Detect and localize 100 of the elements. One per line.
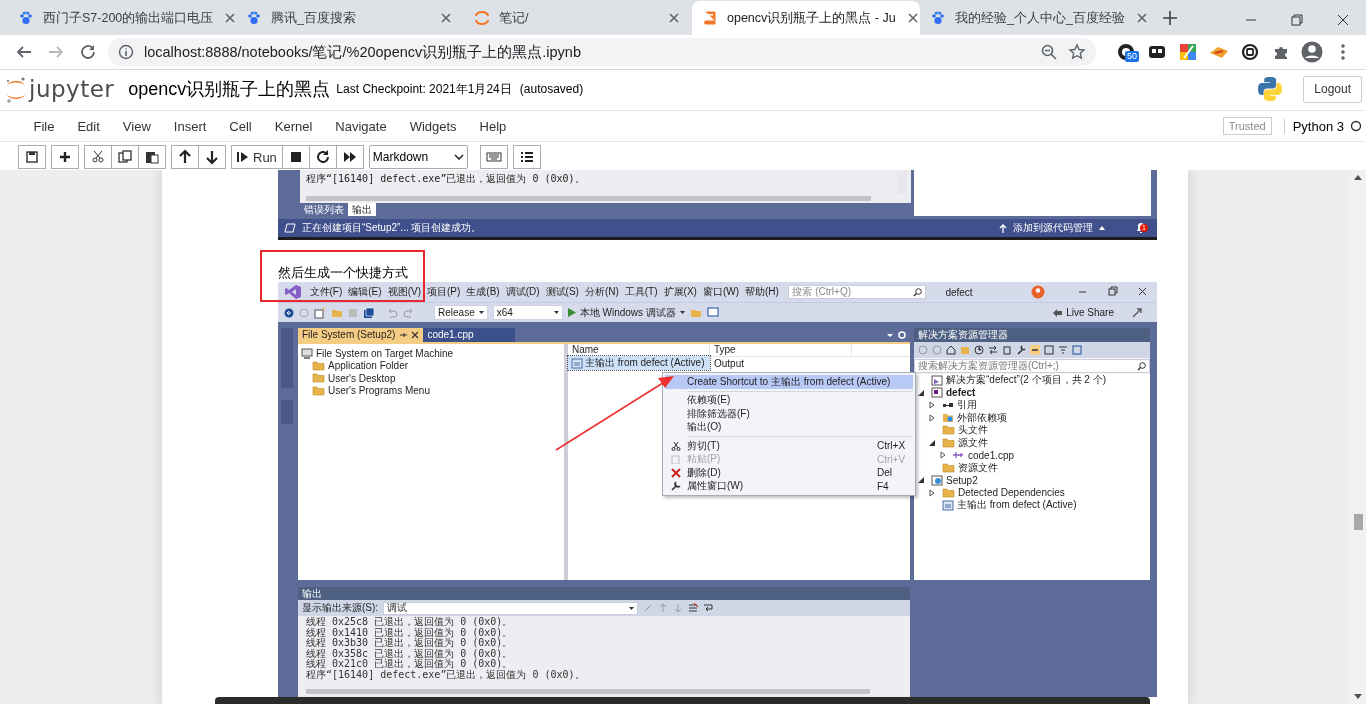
word-wrap-icon[interactable] — [703, 603, 714, 613]
document-tab[interactable]: code1.cpp — [423, 328, 516, 342]
expanded-arrow-icon[interactable] — [917, 388, 925, 397]
search-field[interactable]: 搜索 (Ctrl+Q) — [788, 285, 927, 299]
menu-item[interactable]: Edit — [65, 118, 112, 134]
notebook-title[interactable]: opencv识别瓶子上的黑点 — [128, 77, 331, 101]
scrollbar[interactable] — [306, 689, 870, 694]
tree-item[interactable]: code1.cpp — [968, 449, 1015, 461]
save-all-icon[interactable] — [363, 306, 375, 319]
wrench-icon[interactable] — [1016, 345, 1026, 355]
collapsed-arrow-icon[interactable] — [928, 413, 936, 422]
tree-item[interactable]: 源文件 — [958, 435, 988, 450]
tree-item[interactable]: Setup2 — [946, 474, 978, 486]
menu-item[interactable]: 项目(P) — [424, 285, 463, 299]
menu-item[interactable]: 排除筛选器(F) — [665, 407, 913, 421]
sync-icon[interactable] — [988, 345, 998, 355]
menu-item[interactable]: 输出(O) — [665, 420, 913, 434]
paste-button[interactable] — [139, 145, 166, 169]
properties-icon[interactable] — [1044, 345, 1054, 355]
restart-button[interactable] — [309, 145, 337, 169]
configuration-dropdown[interactable]: Release — [434, 305, 488, 320]
menu-item[interactable]: Kernel — [263, 118, 324, 134]
tree-item[interactable]: Application Folder — [328, 360, 409, 372]
clear-all-icon[interactable] — [688, 603, 699, 613]
menu-item[interactable]: File — [22, 118, 66, 134]
tree-item[interactable]: User's Desktop — [328, 372, 396, 384]
tree-item[interactable]: defect — [946, 387, 976, 399]
collapsed-arrow-icon[interactable] — [928, 488, 936, 497]
menu-item[interactable]: 分析(N) — [582, 285, 622, 299]
start-debugging-button[interactable]: 本地 Windows 调试器 — [567, 305, 685, 320]
copy-button[interactable] — [112, 145, 139, 169]
feedback-icon[interactable] — [1131, 306, 1143, 319]
close-icon[interactable] — [411, 331, 420, 339]
interrupt-button[interactable] — [282, 145, 310, 169]
trusted-indicator[interactable]: Trusted — [1222, 117, 1272, 135]
move-up-button[interactable] — [171, 145, 199, 169]
list-item[interactable]: 主输出 from defect (Active) — [568, 356, 710, 370]
tree-item[interactable]: 解决方案“defect”(2 个项目，共 2 个) — [946, 373, 1107, 388]
menu-item[interactable]: 调试(D) — [503, 285, 543, 299]
menu-item[interactable]: 属性窗口(W) F4 — [665, 479, 913, 493]
extension-icon[interactable] — [1147, 43, 1166, 61]
pin-icon[interactable] — [1030, 345, 1040, 355]
address-bar[interactable]: localhost:8888/notebooks/笔记/%20opencv识别瓶子上的黑点.ipynb — [108, 38, 1096, 66]
menu-item[interactable]: Widgets — [398, 118, 469, 134]
menu-item[interactable]: 视图(V) — [385, 285, 424, 299]
menu-item[interactable]: 文件(F) — [307, 285, 345, 299]
platform-dropdown[interactable]: x64 — [492, 305, 563, 320]
avatar-icon[interactable] — [1031, 285, 1045, 299]
document-tab[interactable]: File System (Setup2) — [298, 328, 424, 342]
menu-item[interactable]: 生成(B) — [463, 285, 503, 299]
logout-button[interactable]: Logout — [1303, 75, 1362, 103]
caret-icon[interactable] — [1099, 226, 1105, 230]
menu-item[interactable]: Insert — [162, 118, 218, 134]
browser-tab[interactable]: 腾讯_百度搜索 — [236, 1, 464, 35]
cut-button[interactable] — [84, 145, 112, 169]
search-field[interactable]: 搜索解决方案资源管理器(Ctrl+;) — [914, 359, 1150, 373]
home-icon[interactable] — [946, 345, 956, 355]
menu-item[interactable]: 依赖项(E) — [665, 393, 913, 407]
scroll-thumb[interactable] — [1354, 514, 1363, 530]
tree-item[interactable]: Detected Dependencies — [958, 487, 1065, 499]
copy-icon[interactable] — [1002, 345, 1012, 355]
menu-item[interactable]: 窗口(W) — [700, 285, 742, 299]
vs-logo-icon[interactable] — [284, 284, 302, 300]
insert-cell-button[interactable] — [51, 145, 79, 169]
expanded-arrow-icon[interactable] — [917, 476, 925, 485]
tree-item[interactable]: 主输出 from defect (Active) — [957, 498, 1077, 513]
menu-item[interactable]: 编辑(E) — [345, 285, 385, 299]
expanded-arrow-icon[interactable] — [928, 438, 936, 447]
tree-item[interactable]: 头文件 — [958, 423, 988, 438]
tree-item[interactable]: 资源文件 — [958, 460, 998, 475]
menu-item[interactable]: View — [111, 118, 163, 134]
menu-item[interactable]: Navigate — [323, 118, 399, 134]
cell-toolbar-button[interactable] — [512, 145, 541, 169]
menu-item[interactable]: Cell — [217, 118, 264, 134]
kernel-name[interactable]: Python 3 — [1283, 118, 1344, 134]
panel-tab[interactable]: 输出 — [348, 203, 376, 216]
live-share-button[interactable]: Live Share — [1052, 307, 1114, 318]
menu-item[interactable]: 测试(S) — [543, 285, 582, 299]
menu-item[interactable]: 删除(D) Del — [665, 466, 913, 480]
save-button[interactable] — [18, 145, 46, 169]
panel-tab[interactable]: 错误列表 — [300, 203, 348, 216]
tree-item[interactable]: 外部依赖项 — [957, 410, 1007, 425]
menu-item[interactable]: 工具(T) — [622, 285, 661, 299]
output-source-dropdown[interactable]: 调试 — [383, 601, 639, 615]
new-item-icon[interactable] — [314, 306, 326, 319]
filter-icon[interactable] — [1058, 345, 1068, 355]
history-icon[interactable] — [974, 345, 984, 355]
menu-item[interactable]: Help — [468, 118, 518, 134]
menu-item[interactable]: 扩展(X) — [661, 285, 700, 299]
collapsed-arrow-icon[interactable] — [939, 451, 947, 460]
run-all-button[interactable] — [336, 145, 364, 169]
move-down-button[interactable] — [199, 145, 226, 169]
avatar-icon[interactable] — [1300, 41, 1323, 63]
browser-tab[interactable]: 西门子S7-200的输出端口电压 — [8, 1, 236, 35]
tree-item[interactable]: 引用 — [957, 398, 977, 413]
scrollbar[interactable] — [306, 196, 871, 201]
menu-item[interactable]: Create Shortcut to 主输出 from defect (Active) — [665, 375, 913, 389]
browser-tab[interactable]: 我的经验_个人中心_百度经验 — [920, 1, 1148, 35]
settings-icon[interactable] — [897, 328, 907, 342]
preview-icon[interactable] — [1072, 345, 1082, 355]
